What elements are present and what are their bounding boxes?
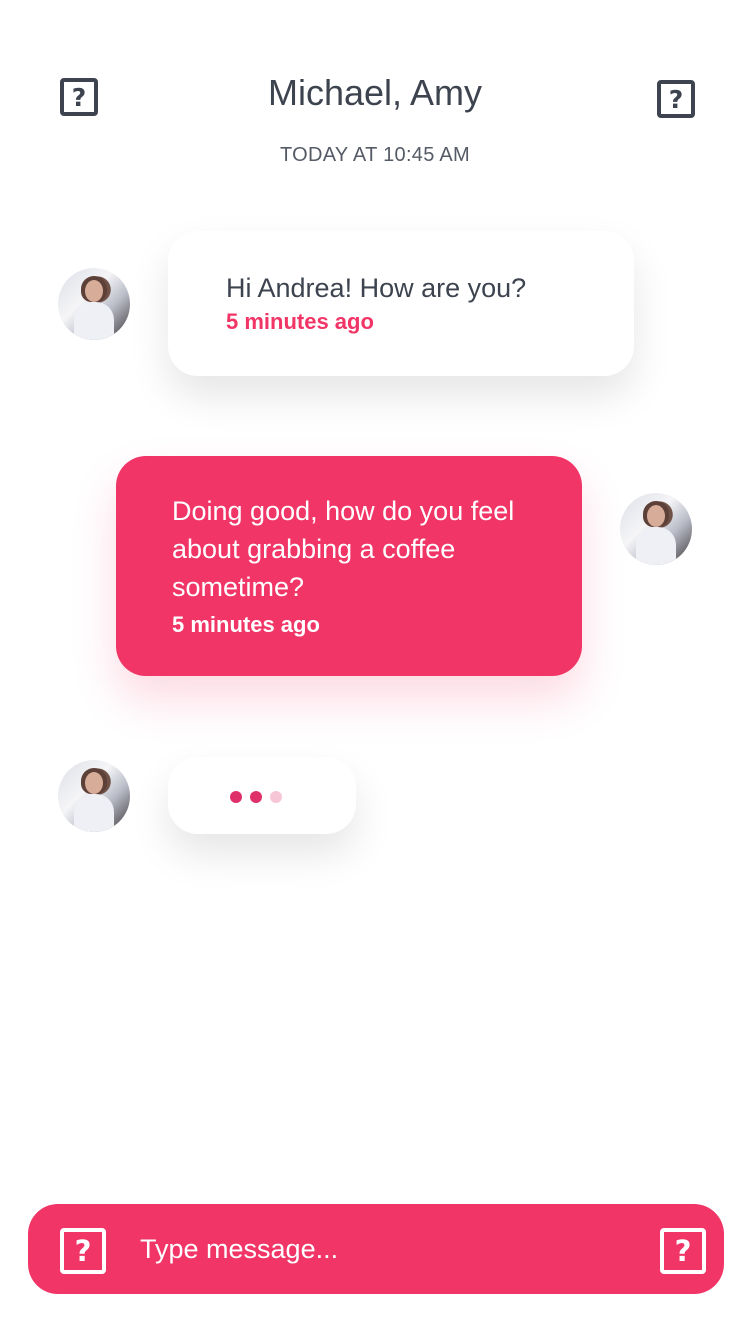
typing-indicator-bubble [168,757,356,834]
message-time: 5 minutes ago [226,309,374,334]
message-time: 5 minutes ago [172,612,320,637]
message-text: Hi Andrea! How are you? [226,273,527,303]
composer-right-icon[interactable]: ? [660,1228,706,1274]
avatar [58,760,130,832]
header-right-icon[interactable]: ? [657,80,695,118]
message-bubble-outgoing: Doing good, how do you feel about grabbi… [116,456,582,676]
chat-screen: ? Michael, Amy TODAY AT 10:45 AM ? Hi An… [0,0,750,1334]
message-text: Doing good, how do you feel about grabbi… [172,496,515,602]
message-bubble-incoming: Hi Andrea! How are you? 5 minutes ago [168,231,634,376]
typing-dot [250,791,262,803]
typing-dot [270,791,282,803]
avatar [58,268,130,340]
message-input[interactable] [140,1229,620,1269]
chat-title: Michael, Amy [267,72,483,113]
composer-left-icon[interactable]: ? [60,1228,106,1274]
message-composer: ? ? [28,1204,724,1294]
typing-dot [230,791,242,803]
chat-timestamp: TODAY AT 10:45 AM [279,144,470,166]
typing-dots [230,791,282,803]
avatar [620,493,692,565]
